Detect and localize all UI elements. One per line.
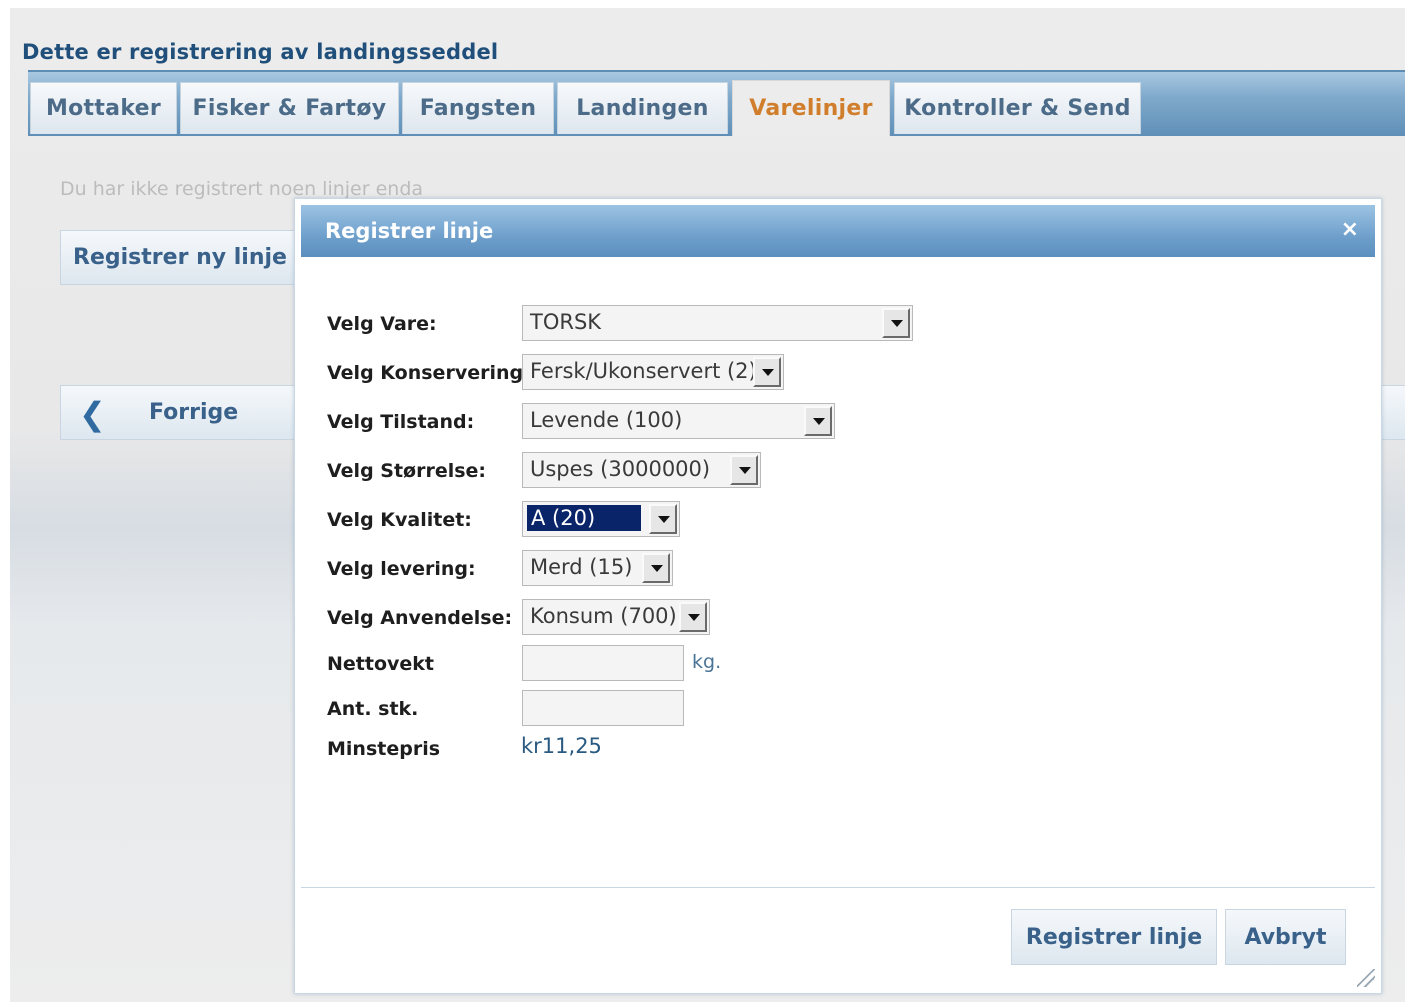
dropdown-arrow-icon[interactable] xyxy=(753,357,781,387)
tab-fangsten[interactable]: Fangsten xyxy=(402,82,554,134)
dropdown-arrow-icon[interactable] xyxy=(649,504,677,534)
dropdown-arrow-icon[interactable] xyxy=(882,308,910,338)
levering-select[interactable]: Merd (15) xyxy=(522,550,673,586)
dropdown-arrow-icon[interactable] xyxy=(679,602,707,632)
tilstand-select[interactable]: Levende (100) xyxy=(522,403,835,439)
close-icon[interactable]: × xyxy=(1341,217,1359,242)
vare-select[interactable]: TORSK xyxy=(522,305,913,341)
storrelse-value: Uspes (3000000) xyxy=(530,457,711,481)
konservering-select[interactable]: Fersk/Ukonservert (2) xyxy=(522,354,784,390)
anvendelse-label: Velg Anvendelse: xyxy=(327,607,513,629)
konservering-value: Fersk/Ukonservert (2) xyxy=(530,359,757,383)
nettovekt-unit: kg. xyxy=(692,651,722,673)
dropdown-arrow-icon[interactable] xyxy=(804,406,832,436)
previous-label: Forrige xyxy=(149,400,239,425)
kvalitet-value: A (20) xyxy=(527,505,641,531)
empty-lines-message: Du har ikke registrert noen linjer enda xyxy=(60,178,424,200)
levering-label: Velg levering: xyxy=(327,558,476,580)
minstepris-value: kr11,25 xyxy=(521,734,602,758)
register-new-line-button[interactable]: Registrer ny linje xyxy=(60,230,300,285)
levering-value: Merd (15) xyxy=(530,555,633,579)
dropdown-arrow-icon[interactable] xyxy=(730,455,758,485)
storrelse-label: Velg Størrelse: xyxy=(327,460,487,482)
page-title: Dette er registrering av landingsseddel xyxy=(22,40,499,64)
minstepris-label: Minstepris xyxy=(327,738,441,760)
storrelse-select[interactable]: Uspes (3000000) xyxy=(522,452,761,488)
tab-bar: Mottaker Fisker & Fartøy Fangsten Landin… xyxy=(28,70,1405,136)
tab-mottaker[interactable]: Mottaker xyxy=(30,82,177,134)
vare-value: TORSK xyxy=(530,310,602,334)
register-line-button[interactable]: Registrer linje xyxy=(1011,909,1217,965)
dialog-divider xyxy=(301,887,1375,888)
resize-handle-icon[interactable] xyxy=(1357,969,1375,987)
konservering-label: Velg Konservering: xyxy=(327,362,531,384)
cancel-label: Avbryt xyxy=(1244,924,1327,950)
tab-fisker-fartoy[interactable]: Fisker & Fartøy xyxy=(180,82,399,134)
tilstand-value: Levende (100) xyxy=(530,408,683,432)
dialog-title: Registrer linje xyxy=(325,219,494,243)
kvalitet-select[interactable]: A (20) xyxy=(522,501,680,537)
register-line-label: Registrer linje xyxy=(1025,924,1203,950)
register-new-line-label: Registrer ny linje xyxy=(73,245,287,270)
tab-kontroller-send[interactable]: Kontroller & Send xyxy=(894,82,1141,134)
tab-landingen[interactable]: Landingen xyxy=(557,82,728,134)
kvalitet-label: Velg Kvalitet: xyxy=(327,509,472,531)
nettovekt-input[interactable] xyxy=(522,645,684,681)
anvendelse-value: Konsum (700) xyxy=(530,604,677,628)
nettovekt-label: Nettovekt xyxy=(327,653,434,675)
ant-stk-label: Ant. stk. xyxy=(327,698,419,720)
anvendelse-select[interactable]: Konsum (700) xyxy=(522,599,710,635)
dialog-header[interactable]: Registrer linje × xyxy=(301,205,1375,257)
tab-varelinjer[interactable]: Varelinjer xyxy=(732,80,890,136)
register-line-dialog: Registrer linje × Velg Vare: TORSK Velg … xyxy=(294,198,1382,994)
dropdown-arrow-icon[interactable] xyxy=(642,553,670,583)
vare-label: Velg Vare: xyxy=(327,313,437,335)
tilstand-label: Velg Tilstand: xyxy=(327,411,475,433)
chevron-left-icon: ❮ xyxy=(79,395,106,433)
previous-button[interactable]: ❮ Forrige xyxy=(60,385,300,440)
cancel-button[interactable]: Avbryt xyxy=(1225,909,1346,965)
ant-stk-input[interactable] xyxy=(522,690,684,726)
